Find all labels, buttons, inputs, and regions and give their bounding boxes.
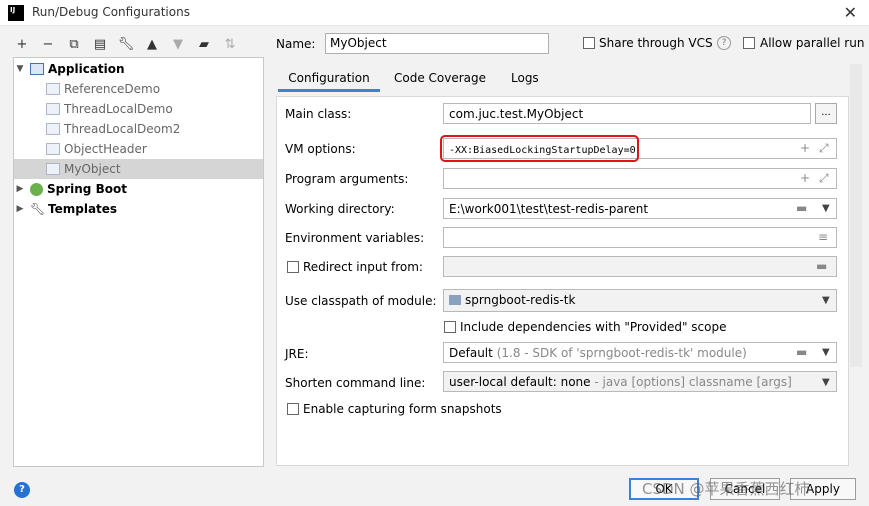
configuration-tree: ▼ Application ReferenceDemo ThreadLocalD…	[13, 57, 264, 467]
share-vcs-label: Share through VCS	[599, 36, 713, 50]
main-class-label: Main class:	[285, 107, 352, 121]
name-input[interactable]: MyObject	[325, 33, 549, 54]
folder-add-icon[interactable]: ▰	[194, 34, 214, 54]
chevron-down-icon[interactable]: ▼	[822, 347, 830, 358]
redirect-input-checkbox[interactable]	[287, 261, 299, 273]
sort-icon[interactable]: ⇅	[220, 34, 240, 54]
jre-label: JRE:	[285, 347, 309, 361]
program-arguments-label: Program arguments:	[285, 172, 409, 186]
class-icon	[46, 83, 60, 95]
include-dependencies-label: Include dependencies with "Provided" sco…	[460, 320, 727, 334]
allow-parallel-label: Allow parallel run	[760, 36, 865, 50]
folder-icon[interactable]: ▬	[796, 345, 807, 359]
arrow-up-icon[interactable]: ▲	[142, 34, 162, 54]
tree-item-threadlocaldeom2[interactable]: ThreadLocalDeom2	[14, 119, 263, 139]
module-icon	[449, 295, 461, 305]
shorten-command-line-label: Shorten command line:	[285, 376, 426, 390]
name-label: Name:	[276, 37, 316, 51]
save-icon[interactable]: ▤	[90, 34, 110, 54]
tree-item-application[interactable]: ▼ Application	[14, 59, 263, 79]
class-icon	[46, 163, 60, 175]
tree-toolbar: + − ⧉ ▤ 🔧︎ ▲ ▼ ▰ ⇅	[12, 34, 240, 54]
tree-item-spring-boot[interactable]: ▶ Spring Boot	[14, 179, 263, 199]
environment-variables-label: Environment variables:	[285, 231, 425, 245]
title-bar: IJ Run/Debug Configurations ✕	[0, 0, 869, 26]
tree-item-templates[interactable]: ▶ 🔧︎ Templates	[14, 199, 263, 219]
tree-item-threadlocaldemo[interactable]: ThreadLocalDemo	[14, 99, 263, 119]
copy-icon[interactable]: ⧉	[64, 34, 84, 54]
plus-icon[interactable]: +	[800, 141, 810, 155]
plus-icon[interactable]: +	[800, 171, 810, 185]
arrow-down-icon[interactable]: ▼	[168, 34, 188, 54]
capture-snapshots-label: Enable capturing form snapshots	[303, 402, 502, 416]
jre-select[interactable]: Default (1.8 - SDK of 'sprngboot-redis-t…	[443, 342, 837, 363]
chevron-down-icon[interactable]: ▼	[822, 203, 830, 214]
chevron-down-icon[interactable]: ▼	[822, 377, 830, 388]
main-class-input[interactable]: com.juc.test.MyObject	[443, 103, 811, 124]
share-vcs-checkbox[interactable]	[583, 37, 595, 49]
help-icon[interactable]: ?	[14, 482, 30, 498]
allow-parallel-checkbox[interactable]	[743, 37, 755, 49]
wrench-icon: 🔧︎	[30, 202, 46, 216]
chevron-right-icon[interactable]: ▶	[14, 204, 26, 214]
spring-icon	[30, 182, 43, 196]
redirect-input-label: Redirect input from:	[303, 260, 423, 274]
expand-icon[interactable]: ⤢	[819, 171, 829, 186]
intellij-icon: IJ	[8, 5, 24, 21]
chevron-down-icon[interactable]: ▼	[822, 295, 830, 306]
plus-icon[interactable]: +	[12, 34, 32, 54]
working-directory-input[interactable]: E:\work001\test\test-redis-parent	[443, 198, 837, 219]
shorten-command-line-select[interactable]: user-local default: none - java [options…	[443, 371, 837, 392]
wrench-icon[interactable]: 🔧︎	[116, 34, 136, 54]
chevron-right-icon[interactable]: ▶	[14, 184, 26, 194]
tab-logs[interactable]: Logs	[511, 66, 539, 92]
browse-button[interactable]: ...	[815, 103, 837, 124]
list-icon[interactable]: ≡	[818, 230, 828, 244]
program-arguments-input[interactable]	[443, 168, 837, 189]
chevron-down-icon[interactable]: ▼	[14, 64, 26, 74]
minus-icon[interactable]: −	[38, 34, 58, 54]
tab-configuration[interactable]: Configuration	[278, 66, 380, 92]
expand-icon[interactable]: ⤢	[819, 141, 829, 156]
highlight-box	[440, 135, 639, 162]
watermark: CSDN @苹果香蕉西红柿	[642, 480, 810, 498]
tab-code-coverage[interactable]: Code Coverage	[394, 66, 486, 92]
tree-item-objectheader[interactable]: ObjectHeader	[14, 139, 263, 159]
tree-item-myobject[interactable]: MyObject	[14, 159, 263, 179]
vm-options-label: VM options:	[285, 142, 356, 156]
folder-icon[interactable]: ▬	[816, 259, 827, 273]
application-icon	[30, 63, 44, 75]
close-icon[interactable]: ✕	[844, 3, 857, 22]
tree-item-referencedemo[interactable]: ReferenceDemo	[14, 79, 263, 99]
scrollbar[interactable]	[850, 64, 862, 367]
environment-variables-input[interactable]	[443, 227, 837, 248]
classpath-module-label: Use classpath of module:	[285, 294, 437, 308]
window-title: Run/Debug Configurations	[32, 5, 190, 19]
help-icon[interactable]: ?	[717, 36, 731, 50]
folder-icon[interactable]: ▬	[796, 201, 807, 215]
include-dependencies-checkbox[interactable]	[444, 321, 456, 333]
capture-snapshots-checkbox[interactable]	[287, 403, 299, 415]
classpath-module-select[interactable]: sprngboot-redis-tk	[443, 289, 837, 312]
class-icon	[46, 143, 60, 155]
working-directory-label: Working directory:	[285, 202, 395, 216]
class-icon	[46, 123, 60, 135]
class-icon	[46, 103, 60, 115]
redirect-input-field[interactable]	[443, 256, 837, 277]
